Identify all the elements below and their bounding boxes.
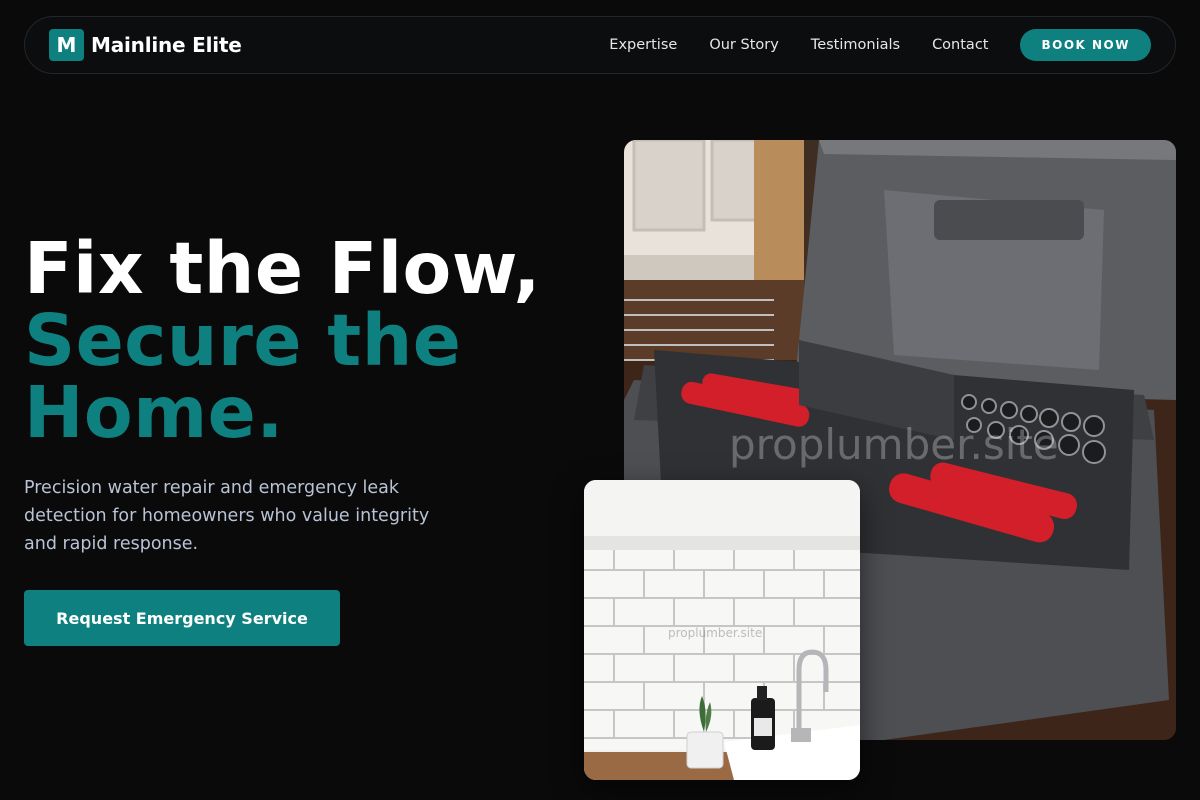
page: M Mainline Elite Expertise Our Story Tes… (0, 0, 1200, 800)
hero-title-line-3: Home. (24, 371, 284, 454)
sink-illustration (584, 480, 860, 780)
brand[interactable]: M Mainline Elite (49, 29, 242, 61)
nav-link-contact[interactable]: Contact (932, 37, 988, 53)
brand-name: Mainline Elite (91, 33, 242, 57)
request-emergency-service-button[interactable]: Request Emergency Service (24, 590, 340, 646)
brand-logo: M (49, 29, 84, 61)
nav-link-testimonials[interactable]: Testimonials (811, 37, 900, 53)
nav-links: Expertise Our Story Testimonials Contact… (609, 29, 1151, 61)
sink-photo: proplumber.site (584, 480, 860, 780)
hero-title: Fix the Flow, Secure the Home. (24, 233, 584, 449)
book-now-button[interactable]: BOOK NOW (1020, 29, 1151, 61)
nav-link-our-story[interactable]: Our Story (709, 37, 778, 53)
hero-title-line-1: Fix the Flow, (24, 227, 541, 310)
hero-description: Precision water repair and emergency lea… (24, 478, 430, 554)
nav-link-expertise[interactable]: Expertise (609, 37, 677, 53)
top-navbar: M Mainline Elite Expertise Our Story Tes… (24, 16, 1176, 74)
hero-title-line-2: Secure the (24, 299, 462, 382)
